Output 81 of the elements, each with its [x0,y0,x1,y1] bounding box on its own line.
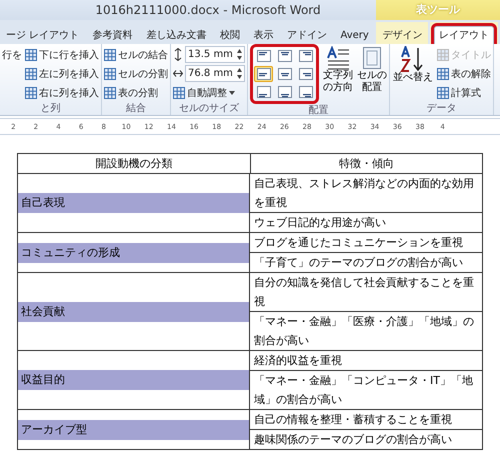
width-field[interactable]: 76.8 mm [185,65,245,82]
merge-button[interactable]: 表の分割 [104,84,168,101]
table-icon [173,86,185,98]
category-cell: 社会貢献 [18,302,249,322]
table-icon [25,86,37,98]
table-cell: ブログを通じたコミュニケーションを重視 [250,233,482,253]
align-button[interactable] [254,48,273,64]
merge-button[interactable]: セルの結合 [104,46,168,63]
insert-button[interactable]: 右に列を挿入 [25,84,99,101]
text-direction-icon [326,46,350,70]
align-button[interactable] [254,66,273,82]
ribbon-tab[interactable]: 参考資料 [88,26,138,44]
row-height-icon [173,48,183,61]
table-icon [25,68,37,80]
spinner-icon[interactable] [237,68,242,79]
column-header: 特徴・傾向 [338,156,395,172]
table-icon [25,48,37,60]
cell-alignment-icon [298,68,312,80]
table-cell-text: 「マネー・金融」「コンピュータ・IT」「地域」の割合が高い [253,373,474,408]
merge-button[interactable]: セルの分割 [104,65,168,82]
insert-button[interactable]: 行を [2,46,22,63]
data-button[interactable]: 計算式 [437,84,491,101]
autofit-button[interactable]: 自動調整 [173,84,245,101]
cell-alignment-icon [278,86,292,98]
table-cell: 自己の情報を整理・蓄積することを重視 [250,410,482,430]
cell-alignment-icon [278,50,292,62]
table-icon [104,86,116,98]
group-label: 結合 [125,102,147,115]
align-button[interactable] [275,84,294,100]
align-button[interactable] [296,66,315,82]
data-button[interactable]: 表の解除 [437,65,491,82]
align-button[interactable] [275,66,294,82]
cell-alignment-icon [298,50,312,62]
group-label: データ [426,102,458,115]
group-label: セルのサイズ [178,102,240,115]
category-cell: アーカイブ型 [18,420,249,440]
table-icon [104,48,116,60]
height-field[interactable]: 13.5 mm [185,46,245,63]
insert-button[interactable]: 下に行を挿入 [25,46,99,63]
category-cell: コミュニティの形成 [18,242,249,262]
table-cell: 経済的収益を重視 [250,351,482,371]
ribbon-tab[interactable]: レイアウト [434,26,494,44]
table-cell-text: 「マネー・金融」「医療・介護」「地域」の割合が高い [253,314,475,349]
ribbon-tab[interactable]: 差し込み文書 [141,26,212,44]
table-cell: 自己表現、ストレス解消などの内面的な効用を重視 [250,174,482,213]
group-label: と列 [40,102,62,115]
ribbon-tab[interactable]: Avery [335,26,374,44]
cell-margins-icon [362,46,382,70]
table-cell-text: 趣味関係のテーマのブログの割合が高い [253,432,453,448]
cell-alignment-icon [298,86,312,98]
window-title: 1016h2111000.docx - Microsoft Word [94,2,322,19]
table-icon [437,86,449,98]
align-button[interactable] [254,84,273,100]
ribbon-tab[interactable]: 校閲 [214,26,245,44]
table-icon [104,68,116,80]
align-button[interactable] [296,84,315,100]
group-label: 配置 [308,104,330,117]
sort-button[interactable]: 並べ替え [392,46,434,102]
table-cell: 自分の知識を発信して社会貢献することを重視 [250,273,482,312]
cell-alignment-icon [256,50,270,62]
table-icon [437,48,449,60]
cell-alignment-icon [278,68,292,80]
column-header: 開設動機の分類 [18,154,250,173]
text-direction-button[interactable]: 文字列の方向 [322,46,354,104]
table-icon [437,68,449,80]
align-button[interactable] [296,48,315,64]
cell-alignment-icon [256,86,270,98]
insert-button[interactable]: 左に列を挿入 [25,65,99,82]
table-cell-text: 「子育て」のテーマのブログの割合が高い [253,255,464,271]
cell-alignment-icon [256,68,270,80]
ribbon-tab[interactable]: 表示 [248,26,278,44]
table-cell-text: ウェブ日記的な用途が高い [253,215,387,231]
contextual-tab-header: 表ツール [376,0,500,20]
category-cell: 収益目的 [18,370,249,390]
align-button[interactable] [275,48,294,64]
ribbon-tab[interactable]: ージ レイアウト [1,26,84,44]
spinner-icon[interactable] [237,49,242,60]
ribbon-tab[interactable]: アドイン [282,26,332,44]
category-cell: 自己表現 [18,193,249,213]
cell-margins-button[interactable]: セルの配置 [357,46,387,104]
dropdown-caret-icon [229,90,235,94]
